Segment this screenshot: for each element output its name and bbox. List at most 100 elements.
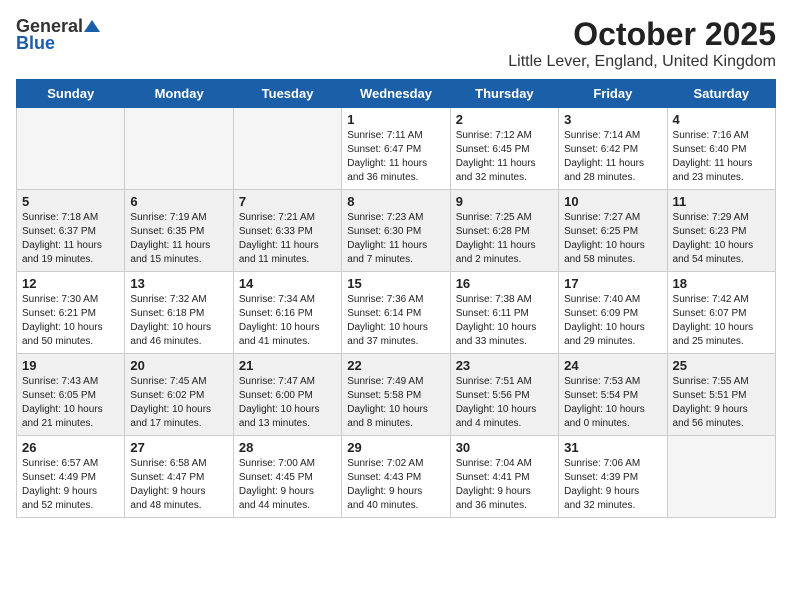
day-cell: 29 Sunrise: 7:02 AM Sunset: 4:43 PM Dayli…: [342, 436, 450, 518]
location-title: Little Lever, England, United Kingdom: [508, 53, 776, 71]
day-number: 6: [130, 194, 227, 209]
day-number: 27: [130, 440, 227, 455]
day-info: Sunrise: 7:11 AM Sunset: 6:47 PM Dayligh…: [347, 129, 444, 185]
header-row: SundayMondayTuesdayWednesdayThursdayFrid…: [17, 80, 776, 108]
day-number: 18: [673, 276, 770, 291]
day-info: Sunrise: 7:43 AM Sunset: 6:05 PM Dayligh…: [22, 375, 119, 431]
day-info: Sunrise: 7:23 AM Sunset: 6:30 PM Dayligh…: [347, 211, 444, 267]
day-number: 12: [22, 276, 119, 291]
day-number: 21: [239, 358, 336, 373]
day-number: 25: [673, 358, 770, 373]
day-cell: 1Sunrise: 7:11 AM Sunset: 6:47 PM Daylig…: [342, 108, 450, 190]
day-info: Sunrise: 7:02 AM Sunset: 4:43 PM Dayligh…: [347, 457, 444, 513]
day-cell: 4Sunrise: 7:16 AM Sunset: 6:40 PM Daylig…: [667, 108, 775, 190]
day-info: Sunrise: 7:27 AM Sunset: 6:25 PM Dayligh…: [564, 211, 661, 267]
day-cell: 6 Sunrise: 7:19 AM Sunset: 6:35 PM Daylig…: [125, 190, 233, 272]
day-info: Sunrise: 6:58 AM Sunset: 4:47 PM Dayligh…: [130, 457, 227, 513]
day-cell: 11 Sunrise: 7:29 AM Sunset: 6:23 PM Dayli…: [667, 190, 775, 272]
day-number: 2: [456, 112, 553, 127]
day-number: 10: [564, 194, 661, 209]
day-info: Sunrise: 7:14 AM Sunset: 6:42 PM Dayligh…: [564, 129, 661, 185]
header-cell-tuesday: Tuesday: [233, 80, 341, 108]
day-cell: [667, 436, 775, 518]
day-number: 28: [239, 440, 336, 455]
day-info: Sunrise: 7:32 AM Sunset: 6:18 PM Dayligh…: [130, 293, 227, 349]
day-number: 20: [130, 358, 227, 373]
day-number: 13: [130, 276, 227, 291]
page-header: General Blue October 2025 Little Lever, …: [16, 16, 776, 71]
day-number: 30: [456, 440, 553, 455]
day-info: Sunrise: 7:47 AM Sunset: 6:00 PM Dayligh…: [239, 375, 336, 431]
day-info: Sunrise: 7:53 AM Sunset: 5:54 PM Dayligh…: [564, 375, 661, 431]
day-number: 4: [673, 112, 770, 127]
day-cell: 20 Sunrise: 7:45 AM Sunset: 6:02 PM Dayli…: [125, 354, 233, 436]
day-number: 22: [347, 358, 444, 373]
day-cell: [17, 108, 125, 190]
day-info: Sunrise: 7:30 AM Sunset: 6:21 PM Dayligh…: [22, 293, 119, 349]
day-number: 31: [564, 440, 661, 455]
day-number: 15: [347, 276, 444, 291]
day-cell: 3Sunrise: 7:14 AM Sunset: 6:42 PM Daylig…: [559, 108, 667, 190]
week-row-3: 12 Sunrise: 7:30 AM Sunset: 6:21 PM Dayli…: [17, 272, 776, 354]
day-cell: 22Sunrise: 7:49 AM Sunset: 5:58 PM Dayli…: [342, 354, 450, 436]
header-cell-wednesday: Wednesday: [342, 80, 450, 108]
week-row-5: 26Sunrise: 6:57 AM Sunset: 4:49 PM Dayli…: [17, 436, 776, 518]
day-cell: 7Sunrise: 7:21 AM Sunset: 6:33 PM Daylig…: [233, 190, 341, 272]
day-number: 8: [347, 194, 444, 209]
day-cell: 9Sunrise: 7:25 AM Sunset: 6:28 PM Daylig…: [450, 190, 558, 272]
day-cell: 25 Sunrise: 7:55 AM Sunset: 5:51 PM Dayli…: [667, 354, 775, 436]
day-info: Sunrise: 7:12 AM Sunset: 6:45 PM Dayligh…: [456, 129, 553, 185]
day-info: Sunrise: 7:42 AM Sunset: 6:07 PM Dayligh…: [673, 293, 770, 349]
day-cell: 27 Sunrise: 6:58 AM Sunset: 4:47 PM Dayli…: [125, 436, 233, 518]
day-info: Sunrise: 7:34 AM Sunset: 6:16 PM Dayligh…: [239, 293, 336, 349]
day-cell: 14 Sunrise: 7:34 AM Sunset: 6:16 PM Dayli…: [233, 272, 341, 354]
day-info: Sunrise: 6:57 AM Sunset: 4:49 PM Dayligh…: [22, 457, 119, 513]
day-cell: 31 Sunrise: 7:06 AM Sunset: 4:39 PM Dayli…: [559, 436, 667, 518]
day-number: 16: [456, 276, 553, 291]
day-info: Sunrise: 7:00 AM Sunset: 4:45 PM Dayligh…: [239, 457, 336, 513]
logo-blue-text: Blue: [16, 33, 55, 54]
day-number: 5: [22, 194, 119, 209]
day-cell: 13 Sunrise: 7:32 AM Sunset: 6:18 PM Dayli…: [125, 272, 233, 354]
day-info: Sunrise: 7:19 AM Sunset: 6:35 PM Dayligh…: [130, 211, 227, 267]
day-cell: 8 Sunrise: 7:23 AM Sunset: 6:30 PM Daylig…: [342, 190, 450, 272]
day-cell: 21 Sunrise: 7:47 AM Sunset: 6:00 PM Dayli…: [233, 354, 341, 436]
day-cell: 2 Sunrise: 7:12 AM Sunset: 6:45 PM Daylig…: [450, 108, 558, 190]
header-cell-friday: Friday: [559, 80, 667, 108]
day-info: Sunrise: 7:36 AM Sunset: 6:14 PM Dayligh…: [347, 293, 444, 349]
day-info: Sunrise: 7:40 AM Sunset: 6:09 PM Dayligh…: [564, 293, 661, 349]
day-cell: 18 Sunrise: 7:42 AM Sunset: 6:07 PM Dayli…: [667, 272, 775, 354]
day-info: Sunrise: 7:55 AM Sunset: 5:51 PM Dayligh…: [673, 375, 770, 431]
day-info: Sunrise: 7:06 AM Sunset: 4:39 PM Dayligh…: [564, 457, 661, 513]
logo-icon: [84, 18, 100, 34]
day-info: Sunrise: 7:04 AM Sunset: 4:41 PM Dayligh…: [456, 457, 553, 513]
header-cell-monday: Monday: [125, 80, 233, 108]
day-info: Sunrise: 7:38 AM Sunset: 6:11 PM Dayligh…: [456, 293, 553, 349]
day-cell: 28 Sunrise: 7:00 AM Sunset: 4:45 PM Dayli…: [233, 436, 341, 518]
day-info: Sunrise: 7:51 AM Sunset: 5:56 PM Dayligh…: [456, 375, 553, 431]
header-cell-sunday: Sunday: [17, 80, 125, 108]
day-cell: [125, 108, 233, 190]
day-info: Sunrise: 7:29 AM Sunset: 6:23 PM Dayligh…: [673, 211, 770, 267]
day-info: Sunrise: 7:21 AM Sunset: 6:33 PM Dayligh…: [239, 211, 336, 267]
day-cell: 15 Sunrise: 7:36 AM Sunset: 6:14 PM Dayli…: [342, 272, 450, 354]
day-number: 29: [347, 440, 444, 455]
day-cell: 16 Sunrise: 7:38 AM Sunset: 6:11 PM Dayli…: [450, 272, 558, 354]
day-number: 11: [673, 194, 770, 209]
header-cell-saturday: Saturday: [667, 80, 775, 108]
week-row-2: 5Sunrise: 7:18 AM Sunset: 6:37 PM Daylig…: [17, 190, 776, 272]
day-number: 17: [564, 276, 661, 291]
day-cell: 19Sunrise: 7:43 AM Sunset: 6:05 PM Dayli…: [17, 354, 125, 436]
week-row-4: 19Sunrise: 7:43 AM Sunset: 6:05 PM Dayli…: [17, 354, 776, 436]
day-cell: 26Sunrise: 6:57 AM Sunset: 4:49 PM Dayli…: [17, 436, 125, 518]
day-info: Sunrise: 7:45 AM Sunset: 6:02 PM Dayligh…: [130, 375, 227, 431]
title-block: October 2025 Little Lever, England, Unit…: [508, 16, 776, 71]
day-info: Sunrise: 7:25 AM Sunset: 6:28 PM Dayligh…: [456, 211, 553, 267]
day-number: 14: [239, 276, 336, 291]
logo: General Blue: [16, 16, 100, 54]
week-row-1: 1Sunrise: 7:11 AM Sunset: 6:47 PM Daylig…: [17, 108, 776, 190]
day-cell: 12 Sunrise: 7:30 AM Sunset: 6:21 PM Dayli…: [17, 272, 125, 354]
day-cell: [233, 108, 341, 190]
day-cell: 24Sunrise: 7:53 AM Sunset: 5:54 PM Dayli…: [559, 354, 667, 436]
day-cell: 17 Sunrise: 7:40 AM Sunset: 6:09 PM Dayli…: [559, 272, 667, 354]
